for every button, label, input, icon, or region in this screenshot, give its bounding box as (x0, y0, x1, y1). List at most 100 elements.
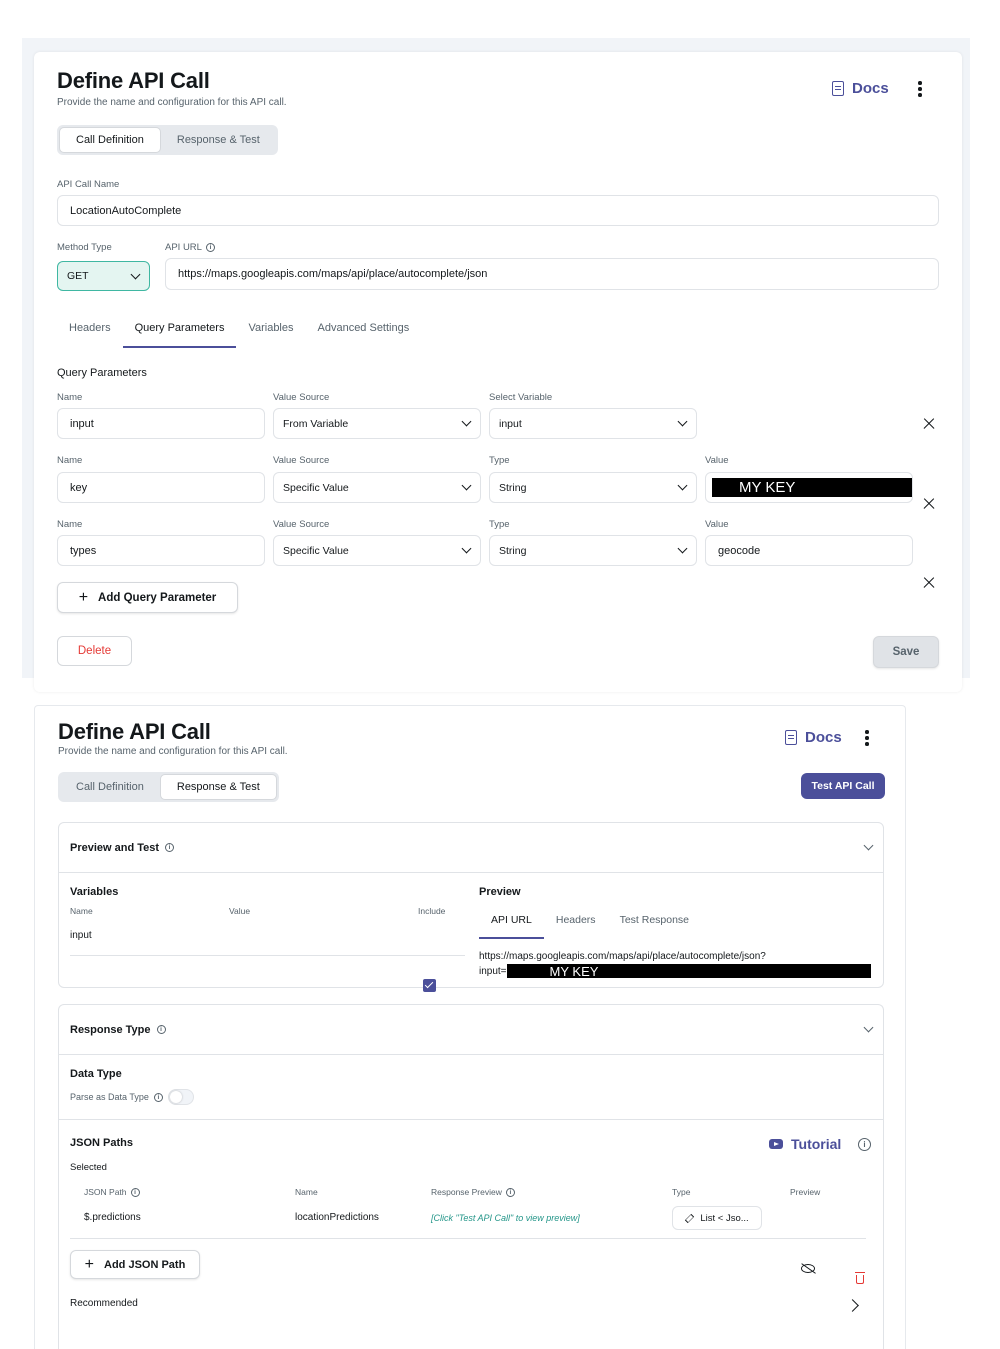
preview-heading: Preview (479, 886, 521, 898)
param-value-label: Value (705, 455, 729, 466)
param-name-input[interactable]: key (57, 472, 265, 503)
chevron-down-icon[interactable] (863, 840, 874, 851)
param-name-input[interactable]: input (57, 408, 265, 439)
response-type-title: Response Type i (70, 1024, 166, 1036)
plus-icon: + (78, 588, 89, 606)
value-source-value: From Variable (283, 417, 349, 430)
tab-query-parameters[interactable]: Query Parameters (122, 314, 237, 348)
save-label: Save (892, 646, 920, 658)
param-type-value: String (499, 544, 527, 557)
chevron-down-icon[interactable] (863, 1022, 874, 1033)
response-type-header[interactable]: Response Type i (59, 1005, 883, 1055)
col-preview: Preview (790, 1187, 821, 1197)
delete-button[interactable]: Delete (57, 636, 132, 666)
param-value-input[interactable]: geocode (705, 535, 913, 566)
type-button[interactable]: List < Jso... (672, 1206, 762, 1230)
config-sub-tabs: Headers Query Parameters Variables Advan… (57, 314, 421, 348)
param-type-label: Type (489, 455, 510, 466)
variables-col-include: Include (418, 906, 446, 916)
value-source-value: Specific Value (283, 544, 349, 557)
tab-api-url[interactable]: API URL (479, 907, 544, 939)
tutorial-link[interactable]: Tutorial (769, 1136, 841, 1152)
preview-test-header[interactable]: Preview and Test i (59, 823, 883, 873)
docs-link[interactable]: Docs (785, 729, 842, 746)
data-type-heading: Data Type (70, 1068, 122, 1080)
docs-link[interactable]: Docs (832, 80, 889, 97)
add-query-parameter-button[interactable]: + Add Query Parameter (57, 582, 238, 613)
page-title: Define API Call (57, 68, 210, 93)
parse-data-type-label: Parse as Data Type (70, 1092, 149, 1102)
select-variable-value: input (499, 417, 522, 430)
col-response-preview: Response Preview i (431, 1187, 515, 1197)
tab-preview-headers[interactable]: Headers (544, 907, 608, 939)
more-options-icon[interactable] (910, 79, 930, 99)
divider (70, 1238, 866, 1239)
chevron-down-icon (677, 543, 688, 554)
param-name-value: input (70, 417, 94, 430)
preview-url-prefix: input= (479, 965, 507, 977)
value-source-select[interactable]: Specific Value (273, 535, 481, 566)
page-subtitle: Provide the name and configuration for t… (58, 746, 288, 757)
method-type-value: GET (67, 270, 89, 282)
value-source-select[interactable]: From Variable (273, 408, 481, 439)
tab-call-definition[interactable]: Call Definition (59, 127, 161, 153)
param-source-label: Value Source (273, 519, 330, 530)
param-name-input[interactable]: types (57, 535, 265, 566)
value-source-value: Specific Value (283, 481, 349, 494)
remove-param-icon[interactable] (921, 575, 937, 591)
remove-param-icon[interactable] (921, 496, 937, 512)
param-type-select[interactable]: String (489, 535, 697, 566)
add-json-path-button[interactable]: + Add JSON Path (70, 1250, 200, 1279)
api-url-value: https://maps.googleapis.com/maps/api/pla… (178, 268, 488, 280)
api-call-name-input[interactable]: LocationAutoComplete (57, 195, 939, 226)
page-subtitle: Provide the name and configuration for t… (57, 97, 287, 108)
param-value-input[interactable]: MY KEY (705, 472, 913, 503)
docs-label: Docs (852, 80, 889, 97)
chevron-down-icon (461, 416, 472, 427)
more-options-icon[interactable] (857, 728, 877, 748)
api-url-input[interactable]: https://maps.googleapis.com/maps/api/pla… (165, 258, 939, 290)
delete-icon[interactable] (855, 1272, 865, 1284)
type-value: List < Jso... (700, 1212, 749, 1224)
preview-test-title-text: Preview and Test (70, 841, 160, 854)
tab-advanced-settings[interactable]: Advanced Settings (306, 314, 422, 348)
include-checkbox[interactable] (423, 979, 436, 992)
save-button[interactable]: Save (873, 636, 939, 668)
tab-test-response[interactable]: Test Response (608, 907, 701, 939)
api-url-label: API URL i (165, 242, 215, 253)
docs-label: Docs (805, 729, 842, 746)
method-type-label: Method Type (57, 242, 112, 253)
chevron-down-icon (677, 480, 688, 491)
chevron-down-icon (677, 416, 688, 427)
parse-data-type-toggle[interactable] (167, 1089, 194, 1105)
eye-off-icon[interactable] (801, 1264, 815, 1273)
value-source-select[interactable]: Specific Value (273, 472, 481, 503)
definition-tabs: Call Definition Response & Test (57, 125, 278, 155)
document-icon (785, 730, 797, 745)
col-json-path-label: JSON Path (84, 1187, 127, 1197)
test-api-call-button[interactable]: Test API Call (801, 773, 885, 799)
tab-response-test[interactable]: Response & Test (159, 774, 277, 800)
info-icon[interactable]: i (858, 1138, 871, 1151)
col-response-preview-label: Response Preview (431, 1187, 502, 1197)
param-type-select[interactable]: String (489, 472, 697, 503)
param-type-value: String (499, 481, 527, 494)
tutorial-label: Tutorial (791, 1136, 842, 1152)
tab-call-definition[interactable]: Call Definition (60, 774, 160, 800)
page-title: Define API Call (58, 719, 211, 744)
tab-headers[interactable]: Headers (57, 314, 123, 348)
tab-response-test[interactable]: Response & Test (161, 127, 276, 153)
test-api-call-label: Test API Call (811, 780, 875, 792)
info-icon: i (130, 1187, 140, 1197)
method-type-select[interactable]: GET (57, 261, 150, 291)
remove-param-icon[interactable] (921, 416, 937, 432)
tab-variables[interactable]: Variables (236, 314, 305, 348)
document-icon (832, 81, 844, 96)
parse-data-type-row: Parse as Data Type i (70, 1089, 194, 1105)
select-variable-select[interactable]: input (489, 408, 697, 439)
preview-test-title: Preview and Test i (70, 841, 175, 854)
selected-label: Selected (70, 1162, 107, 1173)
definition-tabs: Call Definition Response & Test (58, 772, 279, 802)
chevron-right-icon[interactable] (846, 1299, 859, 1312)
param-source-label: Value Source (273, 392, 330, 403)
